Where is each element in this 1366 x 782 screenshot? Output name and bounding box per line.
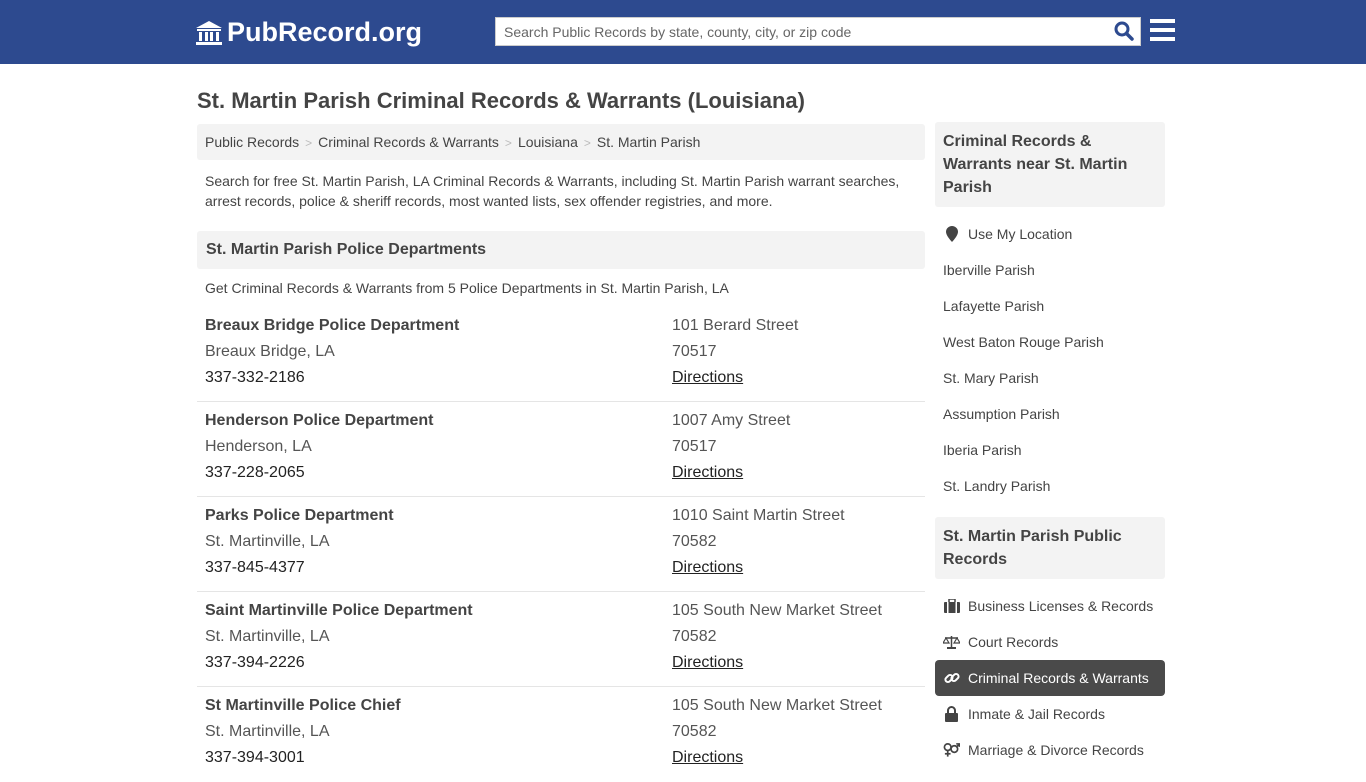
department-zip: 70582 [672,628,717,645]
public-records-title: St. Martin Parish Public Records [935,517,1165,579]
link-icon [943,670,960,686]
department-city: Breaux Bridge, LA [205,343,335,360]
lock-icon [943,706,960,722]
department-city: St. Martinville, LA [205,723,330,740]
breadcrumb-criminal-records[interactable]: Criminal Records & Warrants [318,134,499,150]
department-row: Henderson Police Department Henderson, LA… [197,402,925,497]
department-street: 1010 Saint Martin Street [672,507,845,524]
courthouse-icon [196,20,222,45]
department-name[interactable]: Henderson Police Department [205,408,672,434]
nearby-list: Use My Location Iberville Parish Lafayet… [935,207,1165,513]
sidebar-item-business-licenses[interactable]: Business Licenses & Records [935,588,1165,624]
breadcrumb: Public Records > Criminal Records & Warran… [197,124,925,160]
department-phone[interactable]: 337-332-2186 [205,365,672,391]
department-zip: 70517 [672,438,717,455]
nearby-item[interactable]: West Baton Rouge Parish [935,324,1165,360]
sidebar-item-marriage-records[interactable]: Marriage & Divorce Records [935,732,1165,768]
department-list: Breaux Bridge Police Department Breaux Br… [197,307,925,782]
sidebar-item-criminal-records[interactable]: Criminal Records & Warrants [935,660,1165,696]
directions-link[interactable]: Directions [672,369,743,386]
department-city: Henderson, LA [205,438,312,455]
department-street: 105 South New Market Street [672,697,882,714]
nearby-item[interactable]: Iberia Parish [935,432,1165,468]
page-title: St. Martin Parish Criminal Records & War… [197,88,805,113]
intro-text: Search for free St. Martin Parish, LA Cr… [205,173,900,209]
sidebar-item-label: Court Records [968,634,1059,650]
search-input[interactable] [496,18,1096,45]
main-content: Public Records > Criminal Records & Warran… [197,124,925,782]
department-phone[interactable]: 337-394-2226 [205,650,672,676]
nearby-item[interactable]: St. Mary Parish [935,360,1165,396]
department-city: St. Martinville, LA [205,533,330,550]
directions-link[interactable]: Directions [672,749,743,766]
use-my-location-label: Use My Location [968,226,1073,242]
department-phone[interactable]: 337-394-3001 [205,745,672,771]
breadcrumb-separator: > [504,136,512,150]
briefcase-icon [943,599,960,613]
map-marker-icon [943,226,960,242]
department-row: Saint Martinville Police Department St. M… [197,592,925,687]
department-name[interactable]: Breaux Bridge Police Department [205,313,672,339]
section-subtitle: Get Criminal Records & Warrants from 5 P… [205,280,729,296]
scales-icon [943,635,960,649]
department-zip: 70517 [672,343,717,360]
breadcrumb-louisiana[interactable]: Louisiana [518,134,578,150]
breadcrumb-current: St. Martin Parish [596,134,701,150]
department-name[interactable]: Parks Police Department [205,503,672,529]
nearby-title: Criminal Records & Warrants near St. Mar… [935,122,1165,207]
department-phone[interactable]: 337-228-2065 [205,460,672,486]
department-name[interactable]: Saint Martinville Police Department [205,598,672,624]
logo-text: PubRecord.org [227,17,423,47]
nearby-item[interactable]: Iberville Parish [935,252,1165,288]
sidebar-item-label: Inmate & Jail Records [968,706,1105,722]
department-zip: 70582 [672,723,717,740]
directions-link[interactable]: Directions [672,654,743,671]
sidebar-item-inmate-records[interactable]: Inmate & Jail Records [935,696,1165,732]
sidebar-item-label: Criminal Records & Warrants [968,670,1149,686]
sidebar-item-label: Marriage & Divorce Records [968,742,1144,758]
breadcrumb-public-records[interactable]: Public Records [205,134,299,150]
public-records-list: Business Licenses & Records Court Record… [935,579,1165,777]
sidebar-item-label: Business Licenses & Records [968,598,1154,614]
department-phone[interactable]: 337-845-4377 [205,555,672,581]
sidebar-item-court-records[interactable]: Court Records [935,624,1165,660]
nearby-item[interactable]: Assumption Parish [935,396,1165,432]
department-row: Breaux Bridge Police Department Breaux Br… [197,307,925,402]
search-icon [1114,21,1134,41]
department-street: 105 South New Market Street [672,602,882,619]
search-box [495,17,1141,46]
sidebar: Criminal Records & Warrants near St. Mar… [935,122,1165,777]
breadcrumb-separator: > [583,136,591,150]
search-button[interactable] [1114,21,1134,46]
hamburger-menu-icon[interactable] [1150,19,1175,41]
site-logo[interactable]: PubRecord.org [195,17,422,48]
department-row: Parks Police Department St. Martinville, … [197,497,925,592]
nearby-item[interactable]: St. Landry Parish [935,468,1165,504]
section-title: St. Martin Parish Police Departments [197,231,925,269]
breadcrumb-separator: > [305,136,313,150]
directions-link[interactable]: Directions [672,464,743,481]
department-zip: 70582 [672,533,717,550]
department-street: 1007 Amy Street [672,412,791,429]
top-nav-bar: PubRecord.org [0,0,1366,64]
department-street: 101 Berard Street [672,317,799,334]
gender-icon [943,742,960,758]
directions-link[interactable]: Directions [672,559,743,576]
use-my-location-button[interactable]: Use My Location [935,216,1165,252]
nearby-item[interactable]: Lafayette Parish [935,288,1165,324]
department-city: St. Martinville, LA [205,628,330,645]
department-name[interactable]: St Martinville Police Chief [205,693,672,719]
